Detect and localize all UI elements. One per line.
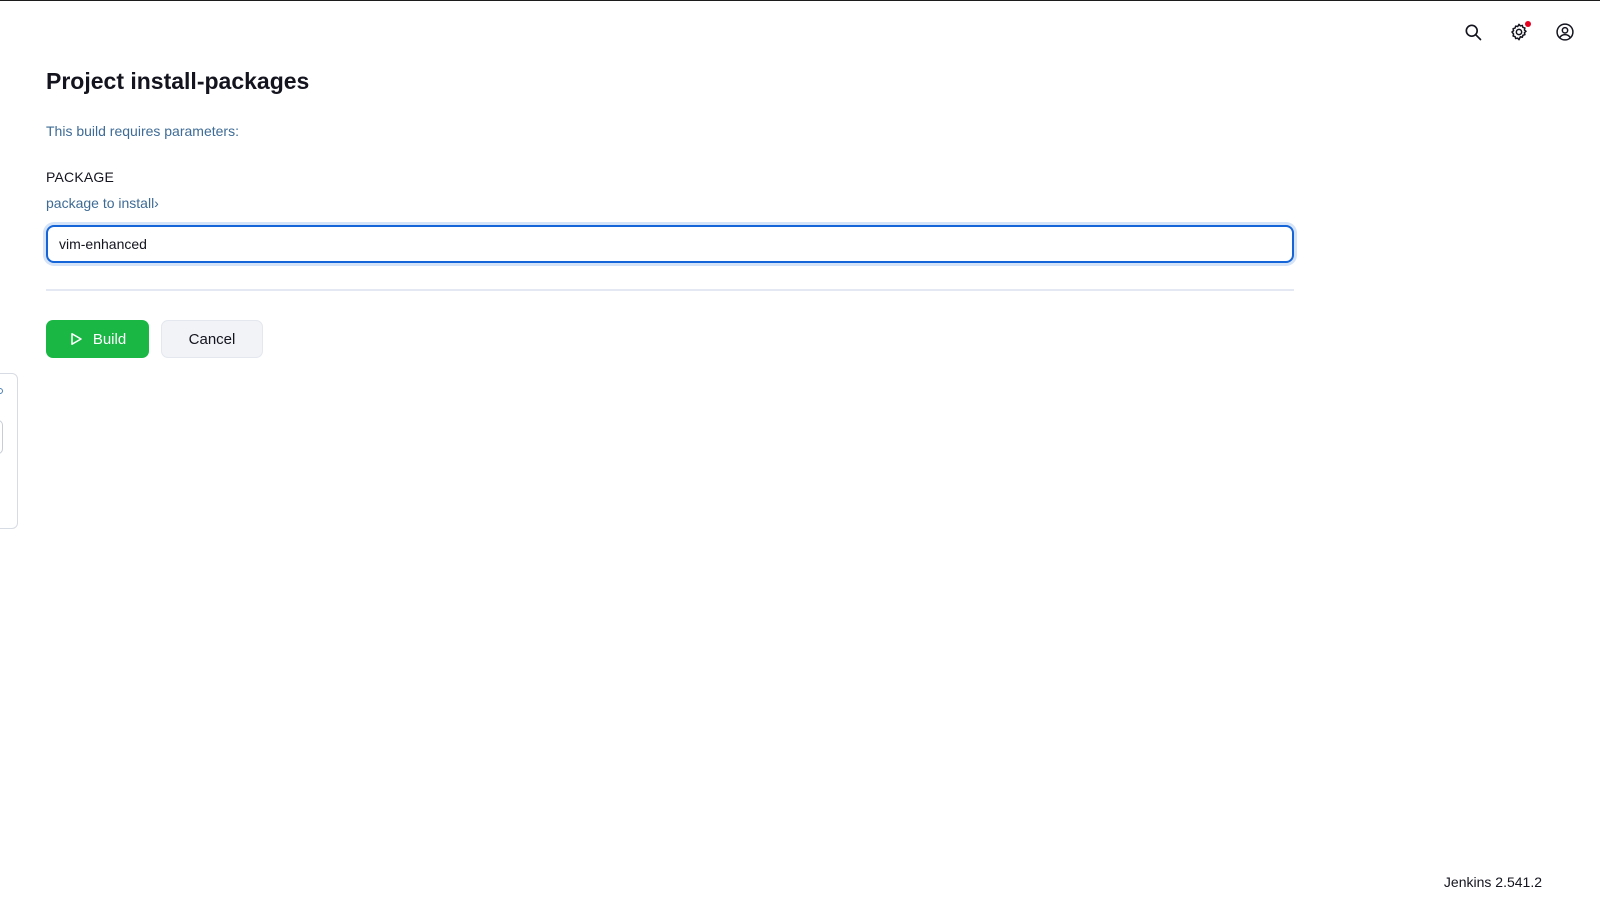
cancel-button[interactable]: Cancel <box>161 320 263 358</box>
button-row: Build Cancel <box>46 320 1294 358</box>
notification-dot <box>1525 21 1531 27</box>
parameter-package: PACKAGE package to install› <box>46 169 1294 263</box>
divider <box>46 289 1294 291</box>
build-button[interactable]: Build <box>46 320 149 358</box>
manage-settings-button[interactable] <box>1506 21 1532 47</box>
user-circle-icon <box>1555 22 1575 47</box>
page: Project install-packages This build requ… <box>0 0 1600 914</box>
main-content: Project install-packages This build requ… <box>46 65 1294 358</box>
header-actions <box>1460 21 1578 47</box>
search-button[interactable] <box>1460 21 1486 47</box>
build-button-label: Build <box>92 330 127 348</box>
build-description: This build requires parameters: <box>46 123 239 139</box>
page-title: Project install-packages <box>46 68 310 94</box>
parameter-description-toggle[interactable]: package to install› <box>46 195 159 211</box>
version-label[interactable]: Jenkins 2.541.2 <box>1444 874 1542 890</box>
panel-mark <box>0 388 3 394</box>
parameter-name: PACKAGE <box>46 169 115 185</box>
play-icon <box>69 332 83 346</box>
user-account-button[interactable] <box>1552 21 1578 47</box>
panel-inner-box <box>0 420 3 454</box>
side-panel-edge[interactable] <box>0 373 18 529</box>
package-input[interactable] <box>46 225 1294 263</box>
search-icon <box>1463 22 1483 47</box>
